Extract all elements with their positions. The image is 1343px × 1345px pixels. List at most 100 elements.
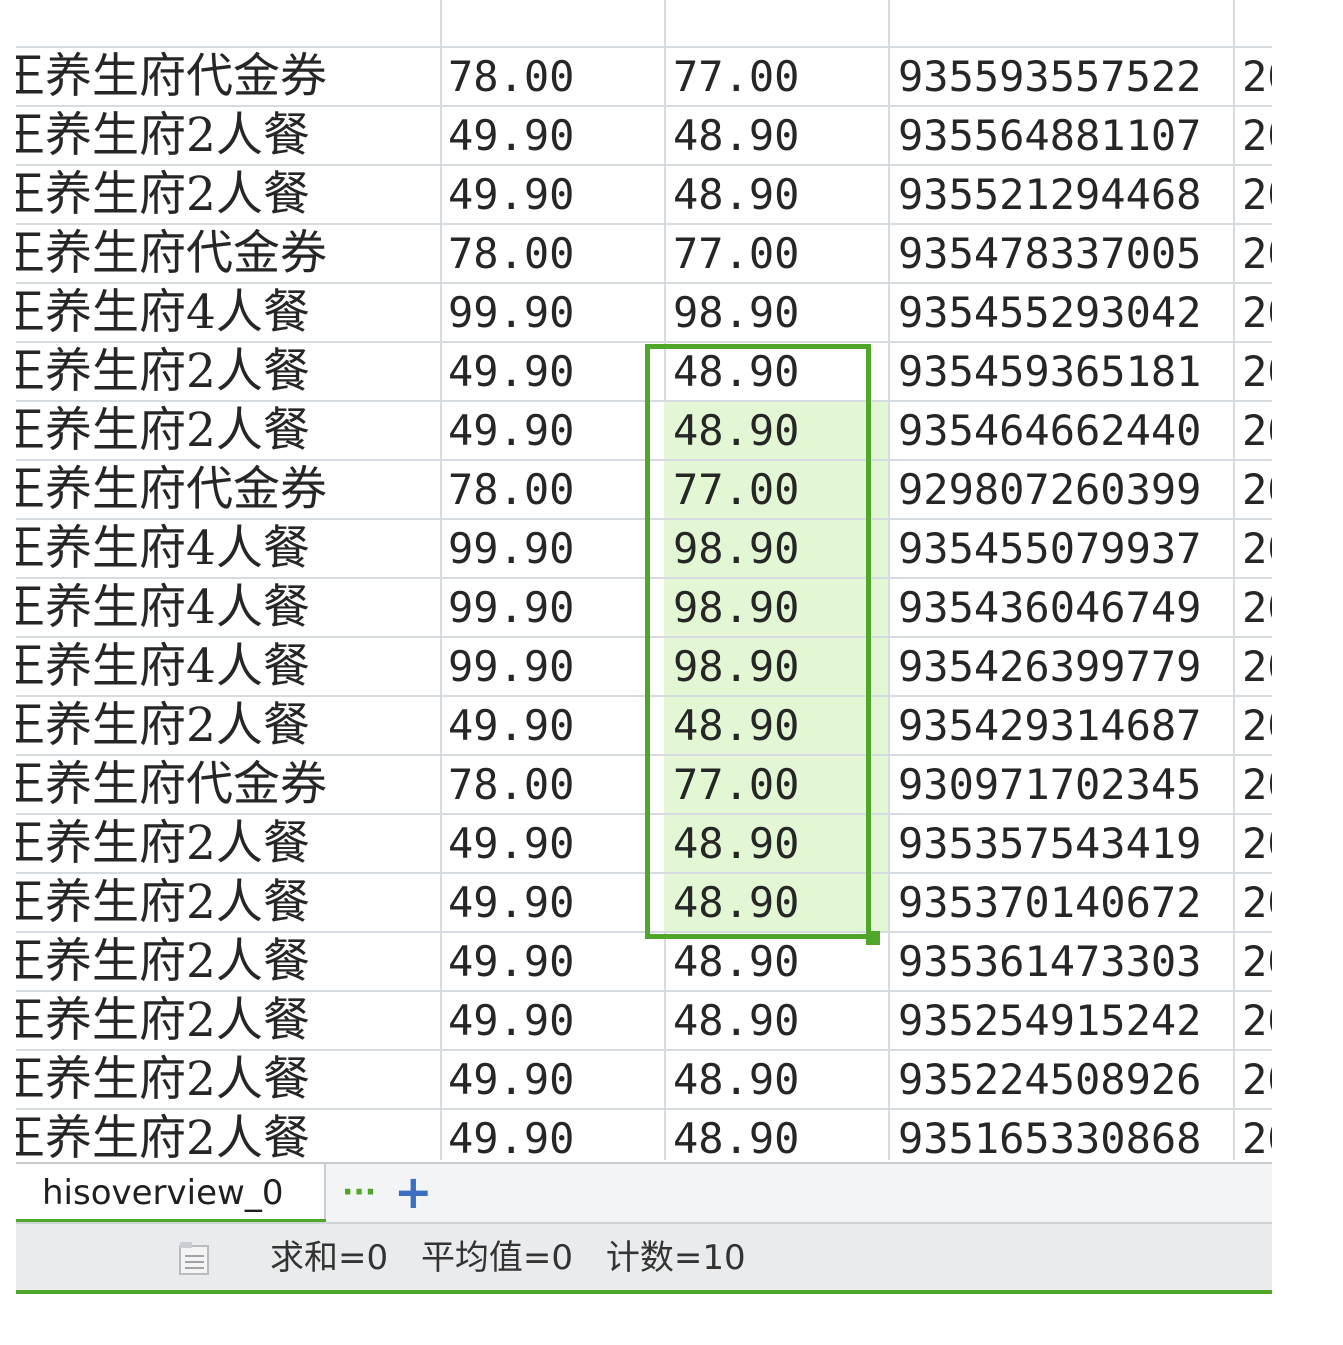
cell-price[interactable]: 99.90: [448, 284, 664, 341]
cell-date[interactable]: 20: [1242, 402, 1272, 459]
cell-item-name[interactable]: 王养生府2人餐: [16, 992, 436, 1049]
cell-item-name[interactable]: 王养生府4人餐: [16, 520, 436, 577]
cell-item-name[interactable]: 王养生府4人餐: [16, 284, 436, 341]
cell-date[interactable]: 20: [1242, 638, 1272, 695]
cell-order-number[interactable]: 935564881107: [898, 107, 1233, 164]
cell-paid-amount[interactable]: 77.00: [673, 48, 891, 105]
cell-date[interactable]: 20: [1242, 48, 1272, 105]
cell-item-name[interactable]: 王养生府2人餐: [16, 343, 436, 400]
cell-date[interactable]: 20: [1242, 992, 1272, 1049]
cell-paid-amount[interactable]: 98.90: [673, 579, 891, 636]
cell-item-name[interactable]: 王养生府4人餐: [16, 579, 436, 636]
table-row[interactable]: 王养生府4人餐 99.90 98.90 935455079937 20: [16, 520, 1272, 579]
table-row[interactable]: 王养生府2人餐 49.90 48.90 935357543419 20: [16, 815, 1272, 874]
table-row[interactable]: 王养生府2人餐 49.90 48.90 935459365181 20: [16, 343, 1272, 402]
cell-paid-amount[interactable]: 48.90: [673, 1051, 891, 1108]
cell-order-number[interactable]: 935478337005: [898, 225, 1233, 282]
cell-price[interactable]: 78.00: [448, 225, 664, 282]
cell-date[interactable]: 20: [1242, 756, 1272, 813]
cell-item-name[interactable]: 王养生府代金券: [16, 48, 436, 105]
cell-paid-amount[interactable]: 48.90: [673, 697, 891, 754]
cell-order-number[interactable]: 935593557522: [898, 48, 1233, 105]
table-row[interactable]: 王养生府2人餐 49.90 48.90 935254915242 20: [16, 992, 1272, 1051]
cell-paid-amount[interactable]: 48.90: [673, 874, 891, 931]
cell-date[interactable]: 20: [1242, 874, 1272, 931]
cell-order-number[interactable]: 935361473303: [898, 933, 1233, 990]
cell-item-name[interactable]: 王养生府2人餐: [16, 1110, 436, 1160]
cell-paid-amount[interactable]: 48.90: [673, 402, 891, 459]
cell-price[interactable]: 78.00: [448, 756, 664, 813]
cell-paid-amount[interactable]: 98.90: [673, 520, 891, 577]
cell-item-name[interactable]: 王养生府2人餐: [16, 1051, 436, 1108]
cell-paid-amount[interactable]: 48.90: [673, 107, 891, 164]
table-row[interactable]: 王养生府4人餐 99.90 98.90 935455293042 20: [16, 284, 1272, 343]
cell-item-name[interactable]: 王养生府2人餐: [16, 697, 436, 754]
table-row[interactable]: 王养生府2人餐 49.90 48.90 935224508926 20: [16, 1051, 1272, 1110]
cell-item-name[interactable]: 王养生府2人餐: [16, 933, 436, 990]
cell-price[interactable]: 49.90: [448, 874, 664, 931]
table-row[interactable]: [16, 0, 1272, 48]
table-row[interactable]: 王养生府2人餐 49.90 48.90 935521294468 20: [16, 166, 1272, 225]
table-row[interactable]: 王养生府2人餐 49.90 48.90 935464662440 20: [16, 402, 1272, 461]
table-row[interactable]: 王养生府4人餐 99.90 98.90 935426399779 20: [16, 638, 1272, 697]
cell-order-number[interactable]: 935459365181: [898, 343, 1233, 400]
cell-order-number[interactable]: 935436046749: [898, 579, 1233, 636]
cell-order-number[interactable]: 935464662440: [898, 402, 1233, 459]
cell-date[interactable]: 20: [1242, 697, 1272, 754]
cell-item-name[interactable]: 王养生府代金券: [16, 461, 436, 518]
fill-handle[interactable]: [866, 931, 880, 945]
cell-date[interactable]: 20: [1242, 284, 1272, 341]
cell-date[interactable]: 20: [1242, 1110, 1272, 1160]
cell-price[interactable]: 49.90: [448, 1051, 664, 1108]
cell-item-name[interactable]: 王养生府2人餐: [16, 874, 436, 931]
cell-item-name[interactable]: 王养生府2人餐: [16, 166, 436, 223]
cell-price[interactable]: 49.90: [448, 402, 664, 459]
cell-price[interactable]: 49.90: [448, 697, 664, 754]
cell-item-name[interactable]: 王养生府2人餐: [16, 815, 436, 872]
cell-price[interactable]: 49.90: [448, 1110, 664, 1160]
cell-item-name[interactable]: 王养生府2人餐: [16, 402, 436, 459]
cell-item-name[interactable]: 王养生府代金券: [16, 225, 436, 282]
cell-item-name[interactable]: 王养生府代金券: [16, 756, 436, 813]
cell-date[interactable]: 20: [1242, 933, 1272, 990]
more-sheets-button[interactable]: ···: [342, 1164, 376, 1222]
cell-price[interactable]: 49.90: [448, 107, 664, 164]
table-row[interactable]: 王养生府2人餐 49.90 48.90 935564881107 20: [16, 107, 1272, 166]
cell-item-name[interactable]: 王养生府2人餐: [16, 107, 436, 164]
cell-date[interactable]: 20: [1242, 107, 1272, 164]
cell-order-number[interactable]: 929807260399: [898, 461, 1233, 518]
cell-order-number[interactable]: 935455079937: [898, 520, 1233, 577]
cell-price[interactable]: 49.90: [448, 815, 664, 872]
cell-order-number[interactable]: 930971702345: [898, 756, 1233, 813]
cell-price[interactable]: 49.90: [448, 166, 664, 223]
cell-paid-amount[interactable]: 48.90: [673, 933, 891, 990]
table-row[interactable]: 王养生府代金券 78.00 77.00 935478337005 20: [16, 225, 1272, 284]
cell-item-name[interactable]: 王养生府4人餐: [16, 638, 436, 695]
cell-order-number[interactable]: 935165330868: [898, 1110, 1233, 1160]
cell-paid-amount[interactable]: 77.00: [673, 756, 891, 813]
spreadsheet-grid[interactable]: 王养生府代金券 78.00 77.00 935593557522 20 王养生府2人餐 49…: [16, 0, 1272, 1160]
table-row[interactable]: 王养生府4人餐 99.90 98.90 935436046749 20: [16, 579, 1272, 638]
cell-paid-amount[interactable]: 77.00: [673, 225, 891, 282]
cell-date[interactable]: 20: [1242, 343, 1272, 400]
cell-date[interactable]: 20: [1242, 461, 1272, 518]
cell-paid-amount[interactable]: 98.90: [673, 284, 891, 341]
cell-date[interactable]: 20: [1242, 1051, 1272, 1108]
cell-order-number[interactable]: 935521294468: [898, 166, 1233, 223]
cell-paid-amount[interactable]: 48.90: [673, 992, 891, 1049]
cell-order-number[interactable]: 935370140672: [898, 874, 1233, 931]
cell-order-number[interactable]: 935429314687: [898, 697, 1233, 754]
cell-order-number[interactable]: 935357543419: [898, 815, 1233, 872]
cell-price[interactable]: 78.00: [448, 48, 664, 105]
cell-price[interactable]: 99.90: [448, 638, 664, 695]
cell-paid-amount[interactable]: 48.90: [673, 1110, 891, 1160]
table-row[interactable]: 王养生府2人餐 49.90 48.90 935370140672 20: [16, 874, 1272, 933]
cell-order-number[interactable]: 935224508926: [898, 1051, 1233, 1108]
sheet-stats-icon[interactable]: [176, 1240, 214, 1278]
cell-price[interactable]: 49.90: [448, 933, 664, 990]
table-row[interactable]: 王养生府2人餐 49.90 48.90 935361473303 20: [16, 933, 1272, 992]
table-row[interactable]: 王养生府代金券 78.00 77.00 930971702345 20: [16, 756, 1272, 815]
tab-hisoverview[interactable]: hisoverview_0: [16, 1164, 326, 1224]
cell-price[interactable]: 49.90: [448, 992, 664, 1049]
cell-order-number[interactable]: 935254915242: [898, 992, 1233, 1049]
